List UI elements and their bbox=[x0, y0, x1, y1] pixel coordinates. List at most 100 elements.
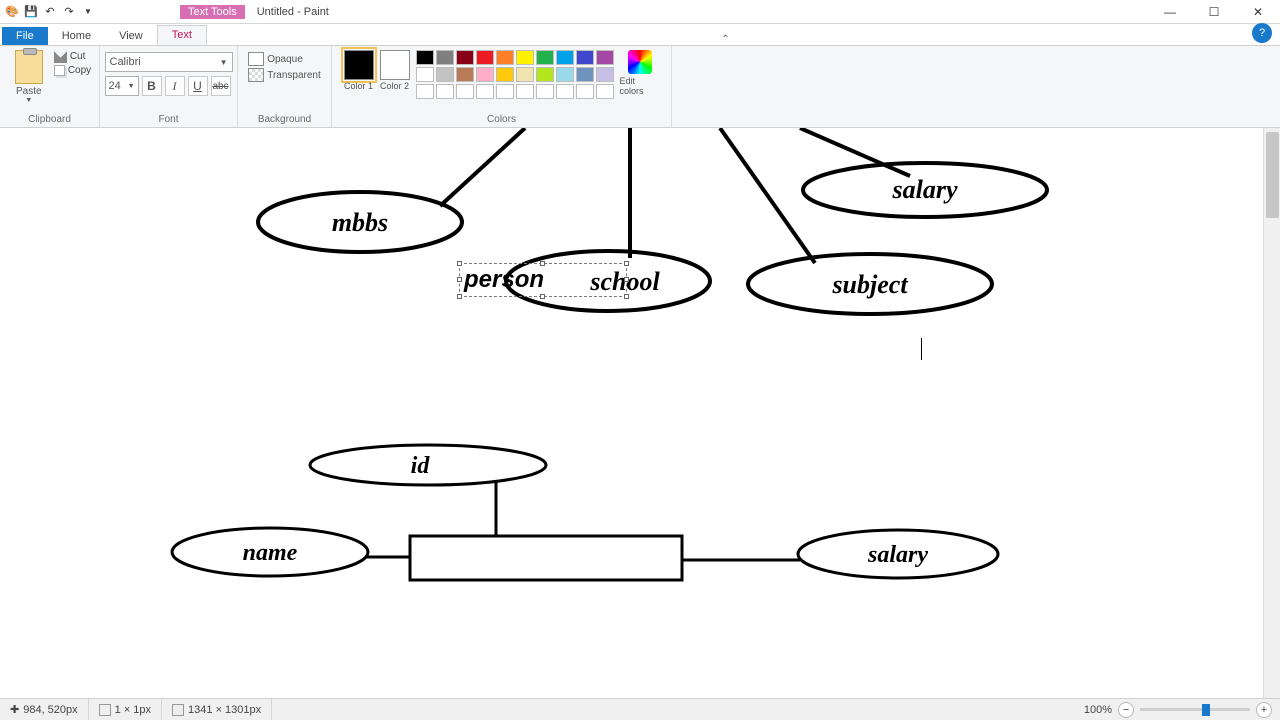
text-caret bbox=[921, 338, 922, 360]
resize-handle-n[interactable] bbox=[540, 261, 545, 266]
zoom-out-button[interactable]: − bbox=[1118, 702, 1134, 718]
color-swatch[interactable] bbox=[576, 50, 594, 65]
resize-handle-w[interactable] bbox=[457, 277, 462, 282]
copy-label: Copy bbox=[68, 65, 91, 76]
color-swatch[interactable] bbox=[456, 50, 474, 65]
color-swatch[interactable] bbox=[516, 84, 534, 99]
zoom-slider-thumb[interactable] bbox=[1202, 704, 1210, 716]
colors-group-label: Colors bbox=[487, 114, 516, 127]
resize-handle-sw[interactable] bbox=[457, 294, 462, 299]
drawing-canvas[interactable]: salary mbbs school subject id name salar… bbox=[0, 128, 1260, 698]
transparent-option[interactable]: Transparent bbox=[248, 68, 321, 82]
color-swatch[interactable] bbox=[496, 50, 514, 65]
color-swatch[interactable] bbox=[516, 50, 534, 65]
tab-text[interactable]: Text bbox=[157, 25, 207, 45]
font-group-label: Font bbox=[158, 114, 178, 127]
cut-button[interactable]: Cut bbox=[54, 50, 91, 63]
copy-button[interactable]: Copy bbox=[54, 65, 91, 76]
edit-colors-label: Edit colors bbox=[620, 76, 660, 96]
opaque-icon bbox=[248, 52, 264, 66]
copy-icon bbox=[54, 65, 65, 76]
color-swatch[interactable] bbox=[556, 50, 574, 65]
color-swatch[interactable] bbox=[516, 67, 534, 82]
transparent-label: Transparent bbox=[267, 70, 321, 81]
resize-handle-nw[interactable] bbox=[457, 261, 462, 266]
tab-view[interactable]: View bbox=[105, 27, 157, 45]
color2-label: Color 2 bbox=[380, 81, 409, 91]
shape-salary-bottom: salary bbox=[867, 542, 928, 568]
color-swatch[interactable] bbox=[416, 84, 434, 99]
color-swatch[interactable] bbox=[456, 84, 474, 99]
bold-button[interactable]: B bbox=[142, 76, 162, 96]
redo-icon[interactable]: ↷ bbox=[61, 4, 77, 20]
help-icon[interactable]: ? bbox=[1252, 23, 1272, 43]
color-swatch[interactable] bbox=[436, 84, 454, 99]
zoom-slider[interactable] bbox=[1140, 708, 1250, 711]
resize-handle-ne[interactable] bbox=[624, 261, 629, 266]
undo-icon[interactable]: ↶ bbox=[42, 4, 58, 20]
color-swatch[interactable] bbox=[476, 67, 494, 82]
color-swatch[interactable] bbox=[576, 84, 594, 99]
color-swatch[interactable] bbox=[536, 50, 554, 65]
quick-access-toolbar: 🎨 💾 ↶ ↷ ▼ bbox=[0, 4, 100, 20]
color-swatch[interactable] bbox=[436, 67, 454, 82]
vertical-scroll-thumb[interactable] bbox=[1266, 132, 1279, 218]
italic-button[interactable]: I bbox=[165, 76, 185, 96]
minimize-button[interactable]: — bbox=[1148, 0, 1192, 24]
vertical-scrollbar[interactable] bbox=[1263, 128, 1280, 698]
opaque-option[interactable]: Opaque bbox=[248, 52, 321, 66]
save-icon[interactable]: 💾 bbox=[23, 4, 39, 20]
paste-dropdown-icon[interactable]: ▼ bbox=[25, 97, 32, 104]
font-size-value: 24 bbox=[109, 80, 121, 92]
color-swatch[interactable] bbox=[436, 50, 454, 65]
zoom-value: 100% bbox=[1084, 704, 1112, 716]
color2-button[interactable]: Color 2 bbox=[380, 50, 410, 91]
color-swatch[interactable] bbox=[496, 84, 514, 99]
resize-handle-se[interactable] bbox=[624, 294, 629, 299]
edit-colors-button[interactable]: Edit colors bbox=[620, 50, 660, 96]
status-size: 1341 × 1301px bbox=[162, 699, 272, 720]
strikethrough-button[interactable]: abc bbox=[211, 76, 231, 96]
color1-button[interactable]: Color 1 bbox=[344, 50, 374, 91]
chevron-down-icon: ▼ bbox=[220, 58, 228, 67]
color-swatch[interactable] bbox=[596, 84, 614, 99]
color-swatch[interactable] bbox=[596, 67, 614, 82]
size-icon bbox=[172, 704, 184, 716]
transparent-icon bbox=[248, 68, 264, 82]
canvas-area[interactable]: salary mbbs school subject id name salar… bbox=[0, 128, 1280, 698]
color-swatch[interactable] bbox=[576, 67, 594, 82]
resize-handle-e[interactable] bbox=[624, 277, 629, 282]
color-swatch[interactable] bbox=[476, 50, 494, 65]
collapse-ribbon-icon[interactable]: ⌃ bbox=[721, 34, 729, 45]
color-swatch[interactable] bbox=[556, 84, 574, 99]
shape-name: name bbox=[243, 540, 298, 566]
resize-handle-s[interactable] bbox=[540, 294, 545, 299]
color-swatch[interactable] bbox=[496, 67, 514, 82]
color-swatch[interactable] bbox=[596, 50, 614, 65]
color-swatch[interactable] bbox=[416, 50, 434, 65]
paste-button[interactable]: Paste ▼ bbox=[8, 48, 50, 104]
color-swatch[interactable] bbox=[416, 67, 434, 82]
text-edit-box[interactable]: person bbox=[459, 263, 627, 297]
color-swatch[interactable] bbox=[536, 84, 554, 99]
paste-icon bbox=[15, 50, 43, 84]
color-swatch[interactable] bbox=[456, 67, 474, 82]
qat-dropdown-icon[interactable]: ▼ bbox=[80, 4, 96, 20]
color-swatch[interactable] bbox=[536, 67, 554, 82]
color-swatch[interactable] bbox=[556, 67, 574, 82]
text-edit-content: person bbox=[464, 266, 544, 294]
zoom-in-button[interactable]: + bbox=[1256, 702, 1272, 718]
tab-file[interactable]: File bbox=[2, 27, 48, 45]
font-size-combo[interactable]: 24 ▼ bbox=[105, 76, 139, 96]
group-background: Opaque Transparent Background bbox=[238, 46, 332, 127]
group-colors: Color 1 Color 2 Edit colors Colors bbox=[332, 46, 672, 127]
status-selection: 1 × 1px bbox=[89, 699, 162, 720]
tab-home[interactable]: Home bbox=[48, 27, 105, 45]
status-size-value: 1341 × 1301px bbox=[188, 704, 261, 716]
maximize-button[interactable]: ☐ bbox=[1192, 0, 1236, 24]
close-button[interactable]: ✕ bbox=[1236, 0, 1280, 24]
underline-button[interactable]: U bbox=[188, 76, 208, 96]
font-family-combo[interactable]: Calibri ▼ bbox=[105, 52, 233, 72]
status-position: ✚ 984, 520px bbox=[0, 699, 89, 720]
color-swatch[interactable] bbox=[476, 84, 494, 99]
